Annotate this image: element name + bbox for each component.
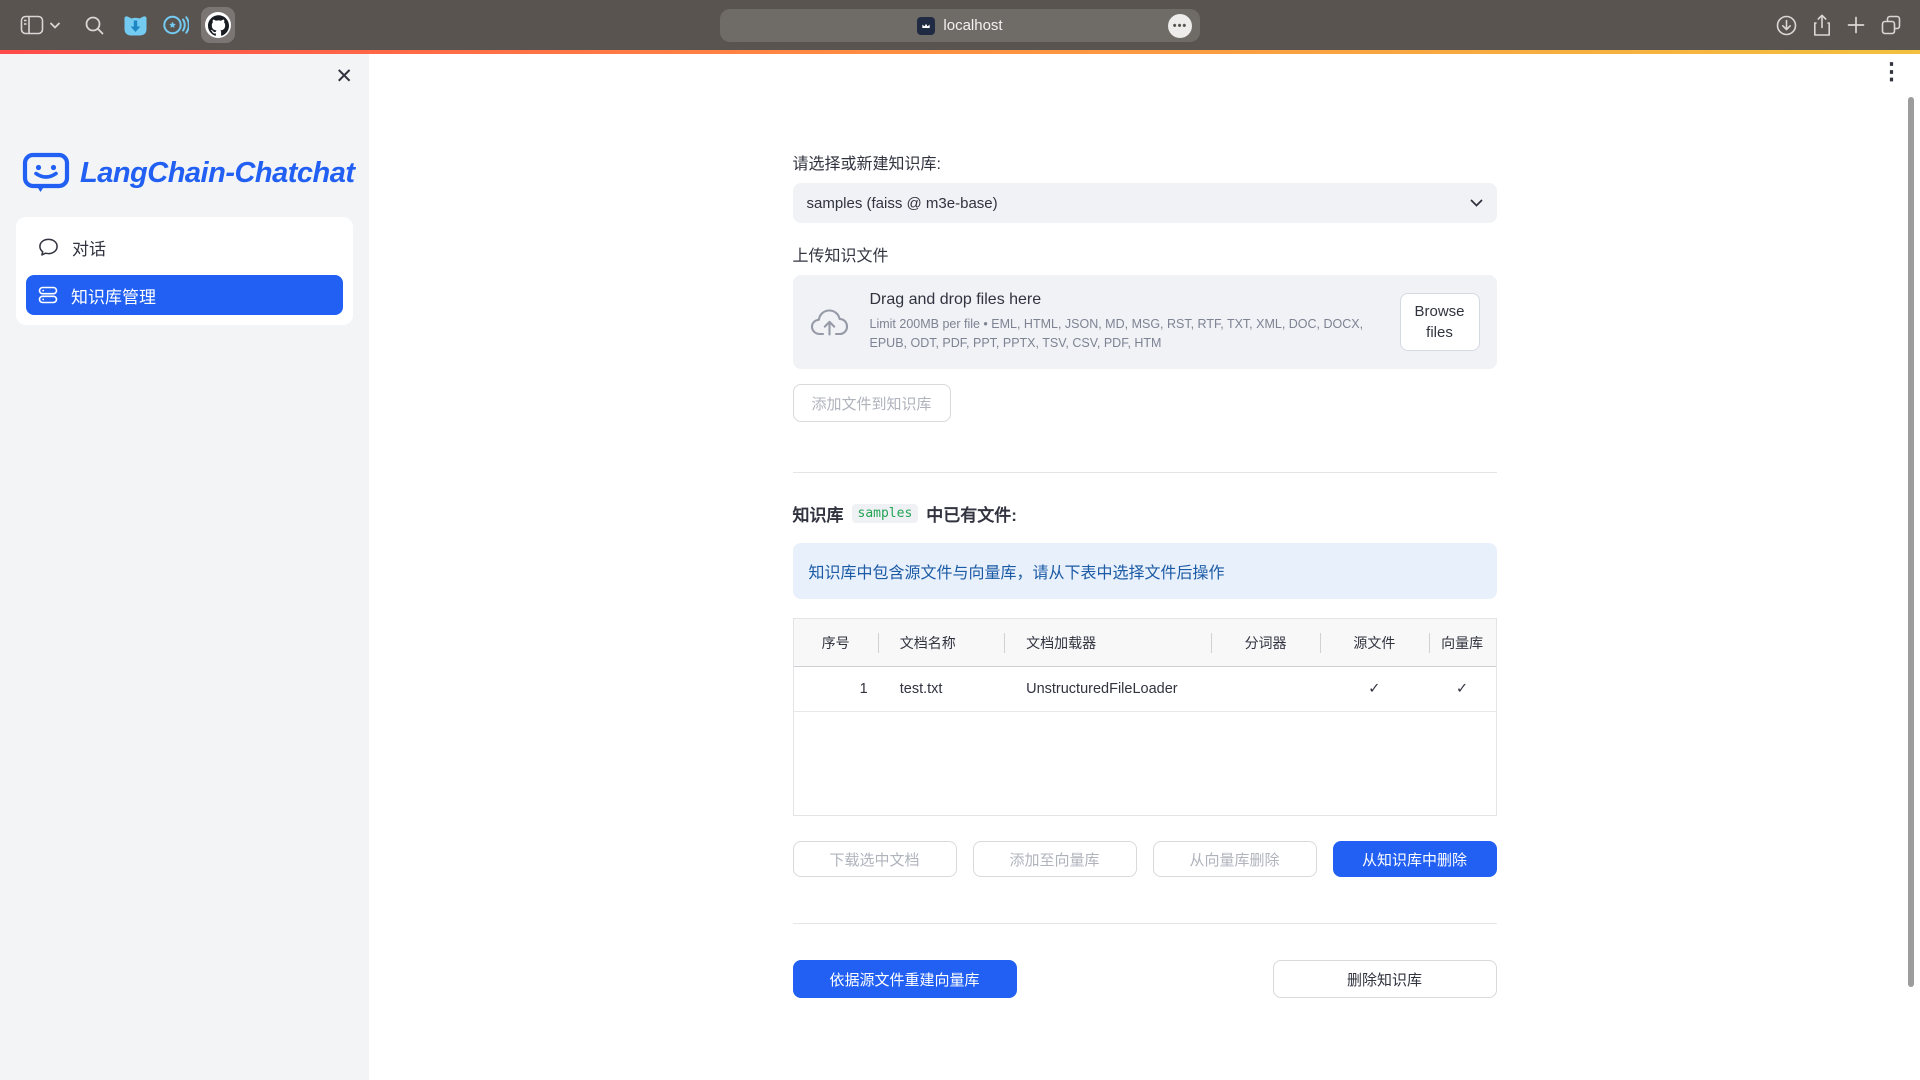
section-divider [793,472,1497,473]
github-icon [205,12,231,38]
main-content: ⋮ 请选择或新建知识库: samples (faiss @ m3e-base) … [369,54,1920,1080]
cell-loader: UnstructuredFileLoader [1004,667,1211,711]
kb-files-table: 序号 文档名称 文档加载器 分词器 源文件 向量库 1 test.txt Uns… [793,618,1497,816]
kb-select-label: 请选择或新建知识库: [793,150,1497,174]
add-to-vector-button[interactable]: 添加至向量库 [973,841,1137,877]
address-bar[interactable]: localhost ••• [720,9,1200,42]
delete-from-kb-button[interactable]: 从知识库中删除 [1333,841,1497,877]
section-divider [793,923,1497,924]
cell-name: test.txt [878,667,1004,711]
sidebar-nav: 对话 知识库管理 [16,217,353,325]
database-stack-icon [38,285,58,305]
rebuild-vector-store-button[interactable]: 依据源文件重建向量库 [793,960,1017,998]
browser-toolbar: localhost ••• [0,0,1920,50]
heading-suffix: 中已有文件: [926,501,1017,526]
active-pinned-tab-github[interactable] [201,7,235,43]
browse-files-button[interactable]: Browse files [1400,293,1480,351]
sidebar-toggle-icon[interactable] [20,15,44,35]
toolbar-left-group [0,7,235,43]
address-text: localhost [943,17,1002,34]
delete-kb-button[interactable]: 删除知识库 [1273,960,1497,998]
col-header-source[interactable]: 源文件 [1320,619,1429,666]
col-header-name[interactable]: 文档名称 [878,619,1004,666]
dropzone-hint: Limit 200MB per file • EML, HTML, JSON, … [870,315,1385,354]
logo-chat-bubble-icon [22,151,70,196]
new-tab-icon[interactable] [1847,16,1865,34]
chat-bubble-icon [38,237,59,257]
toolbar-right-group [1776,0,1902,50]
col-header-vector[interactable]: 向量库 [1429,619,1496,666]
sidebar-item-label: 对话 [72,235,106,260]
pinned-tab-cat-icon[interactable] [122,13,149,38]
sidebar-item-label: 知识库管理 [71,283,156,308]
site-favicon-icon [917,17,935,35]
dropzone-text: Drag and drop files here Limit 200MB per… [870,291,1400,354]
sidebar-item-kb-management[interactable]: 知识库管理 [26,275,343,315]
cell-index: 1 [794,667,878,711]
heading-prefix: 知识库 [793,501,844,526]
add-files-to-kb-button[interactable]: 添加文件到知识库 [793,384,951,422]
cloud-upload-icon [810,306,852,339]
cell-source-check: ✓ [1320,667,1429,711]
kb-bottom-actions: 依据源文件重建向量库 删除知识库 [793,960,1497,998]
reader-options-icon[interactable]: ••• [1168,14,1192,38]
col-header-splitter[interactable]: 分词器 [1211,619,1320,666]
kb-select-value: samples (faiss @ m3e-base) [807,195,998,212]
dropzone-title: Drag and drop files here [870,291,1400,309]
table-empty-area [794,712,1496,815]
table-row[interactable]: 1 test.txt UnstructuredFileLoader ✓ ✓ [794,667,1496,712]
table-header-row: 序号 文档名称 文档加载器 分词器 源文件 向量库 [794,619,1496,667]
download-selected-button[interactable]: 下载选中文档 [793,841,957,877]
scrollbar-thumb[interactable] [1908,97,1914,987]
share-icon[interactable] [1812,14,1832,37]
info-banner: 知识库中包含源文件与向量库，请从下表中选择文件后操作 [793,543,1497,599]
cell-splitter [1211,667,1320,711]
kebab-menu-icon[interactable]: ⋮ [1880,59,1903,84]
remove-from-vector-button[interactable]: 从向量库删除 [1153,841,1317,877]
file-actions-row: 下载选中文档 添加至向量库 从向量库删除 从知识库中删除 [793,841,1497,877]
sidebar: ✕ LangChain-Chatchat 对 [0,54,369,1080]
select-chevron-down-icon [1470,199,1483,207]
cell-vector-check: ✓ [1429,667,1496,711]
logo-text: LangChain-Chatchat [80,157,355,190]
upload-section-label: 上传知识文件 [793,242,1497,266]
chevron-down-icon[interactable] [50,22,60,29]
pinned-tab-broadcast-icon[interactable] [162,13,189,37]
col-header-loader[interactable]: 文档加载器 [1004,619,1211,666]
kb-files-heading: 知识库 samples 中已有文件: [793,501,1497,526]
search-icon[interactable] [84,15,105,36]
file-dropzone[interactable]: Drag and drop files here Limit 200MB per… [793,275,1497,369]
app-logo: LangChain-Chatchat [22,151,369,196]
info-text: 知识库中包含源文件与向量库，请从下表中选择文件后操作 [809,559,1225,583]
close-sidebar-icon[interactable]: ✕ [335,66,353,87]
sidebar-item-chat[interactable]: 对话 [26,227,343,267]
col-header-index[interactable]: 序号 [794,619,878,666]
kb-select[interactable]: samples (faiss @ m3e-base) [793,183,1497,223]
downloads-icon[interactable] [1776,15,1797,36]
tab-overview-icon[interactable] [1880,14,1902,36]
kb-name-code: samples [852,504,919,523]
